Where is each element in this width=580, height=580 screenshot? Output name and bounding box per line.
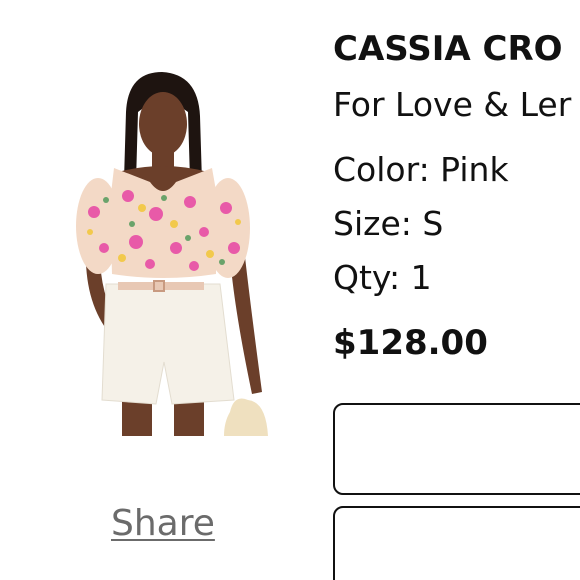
product-quantity: Qty: 1: [333, 258, 432, 297]
brand-name[interactable]: For Love & Ler: [333, 82, 571, 128]
product-image: [66, 72, 268, 436]
product-size: Size: S: [333, 204, 444, 243]
share-link[interactable]: Share: [111, 500, 215, 548]
product-card: Share CASSIA CRO For Love & Ler Color: P…: [0, 0, 580, 580]
product-color: Color: Pink: [333, 150, 509, 189]
product-price: $128.00: [333, 323, 488, 363]
product-name: CASSIA CRO: [333, 29, 563, 69]
action-button-secondary[interactable]: [333, 506, 580, 580]
action-button-primary[interactable]: [333, 403, 580, 495]
